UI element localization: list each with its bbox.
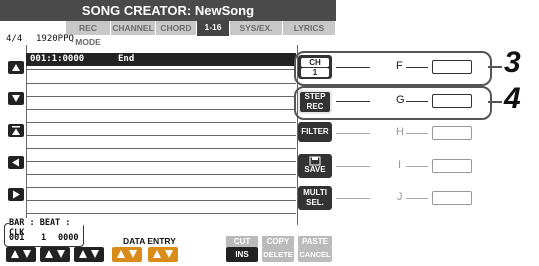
row-divider <box>26 122 296 123</box>
callout-connector <box>488 101 502 103</box>
screen-title: SONG CREATOR: NewSong <box>0 0 336 21</box>
bar-value: 001 <box>9 233 25 243</box>
save-label: SAVE <box>304 165 326 174</box>
up-down-arrows-icon <box>153 250 173 258</box>
row-divider <box>26 109 296 110</box>
row-divider <box>26 174 296 175</box>
physical-button-f[interactable] <box>432 60 472 74</box>
connector-line <box>406 198 428 199</box>
save-button[interactable]: SAVE <box>298 154 332 178</box>
connector-line <box>406 166 428 167</box>
paste-label: PASTE <box>298 236 332 247</box>
event-position: 001:1:0000 <box>30 54 85 64</box>
row-divider <box>26 83 296 84</box>
physical-button-i[interactable] <box>432 159 472 173</box>
tab-rec-mode[interactable]: REC MODE <box>66 21 110 47</box>
data-entry-label: DATA ENTRY <box>123 236 176 246</box>
connector-line <box>336 166 370 167</box>
data-entry-small-button[interactable] <box>148 247 178 262</box>
triangle-up-bar-icon <box>12 126 20 135</box>
delete-button[interactable]: DELETE <box>262 247 294 262</box>
up-down-arrows-icon <box>45 250 65 258</box>
button-letter-h: H <box>396 126 404 138</box>
connector-line <box>406 133 428 134</box>
bar-beat-clk-box: BAR : BEAT : CLK 001 1 0000 <box>4 218 84 247</box>
callout-connector <box>488 66 502 68</box>
up-down-arrows-icon <box>79 250 99 258</box>
row-divider <box>26 213 296 214</box>
button-letter-g: G <box>396 94 405 106</box>
row-divider <box>26 187 296 188</box>
nav-top-button[interactable] <box>8 124 24 137</box>
connector-line <box>336 198 370 199</box>
nav-up-button[interactable] <box>8 61 24 74</box>
beat-value: 1 <box>41 233 47 243</box>
tab-sysex[interactable]: SYS/EX. <box>230 21 282 35</box>
button-letter-j: J <box>397 191 403 203</box>
button-letter-f: F <box>396 60 403 72</box>
clk-adjust-button[interactable] <box>74 247 104 262</box>
tab-channel[interactable]: CHANNEL <box>111 21 155 35</box>
callout-number-3: 3 <box>504 46 521 79</box>
button-letter-i: I <box>398 159 402 171</box>
row-divider <box>26 161 296 162</box>
physical-button-j[interactable] <box>432 191 472 205</box>
event-type: End <box>118 54 135 64</box>
physical-button-h[interactable] <box>432 126 472 140</box>
triangle-left-icon <box>12 158 19 167</box>
triangle-right-icon <box>13 190 20 199</box>
bar-adjust-button[interactable] <box>6 247 36 262</box>
callout-number-4: 4 <box>504 82 521 115</box>
physical-button-g[interactable] <box>432 94 472 108</box>
up-down-arrows-icon <box>11 250 31 258</box>
filter-button[interactable]: FILTER <box>298 122 332 142</box>
ins-button[interactable]: INS <box>226 247 258 262</box>
data-entry-large-button[interactable] <box>112 247 142 262</box>
row-divider <box>26 200 296 201</box>
time-signature: 4/4 <box>6 34 23 44</box>
lcd-screen: SONG CREATOR: NewSong REC MODE CHANNEL C… <box>0 0 336 262</box>
connector-line <box>336 133 370 134</box>
nav-right-button[interactable] <box>8 188 24 201</box>
row-divider <box>26 148 296 149</box>
row-divider <box>26 135 296 136</box>
event-row[interactable]: 001:1:0000 End <box>26 53 296 66</box>
resolution: 1920PPQ <box>36 34 74 44</box>
nav-down-button[interactable] <box>8 92 24 105</box>
floppy-icon <box>298 154 332 166</box>
connector-line <box>336 101 370 102</box>
clk-value: 0000 <box>58 233 79 243</box>
row-divider <box>26 69 296 70</box>
filter-label: FILTER <box>301 127 329 136</box>
connector-line <box>406 101 428 102</box>
copy-label: COPY <box>262 236 294 247</box>
triangle-up-icon <box>12 64 20 71</box>
cut-label: CUT <box>226 236 258 247</box>
row-divider <box>26 96 296 97</box>
cancel-button[interactable]: CANCEL <box>298 247 332 262</box>
nav-left-button[interactable] <box>8 156 24 169</box>
multi-sel-label-2: SEL. <box>306 198 324 207</box>
up-down-arrows-icon <box>117 250 137 258</box>
tab-1-16[interactable]: 1-16 <box>197 20 229 36</box>
connector-line <box>406 67 428 68</box>
tab-chord[interactable]: CHORD <box>156 21 196 35</box>
multi-sel-button[interactable]: MULTI SEL. <box>298 186 332 210</box>
triangle-down-icon <box>12 95 20 102</box>
beat-adjust-button[interactable] <box>40 247 70 262</box>
multi-sel-label-1: MULTI <box>303 188 327 197</box>
tab-lyrics[interactable]: LYRICS <box>283 21 335 35</box>
connector-line <box>336 67 370 68</box>
